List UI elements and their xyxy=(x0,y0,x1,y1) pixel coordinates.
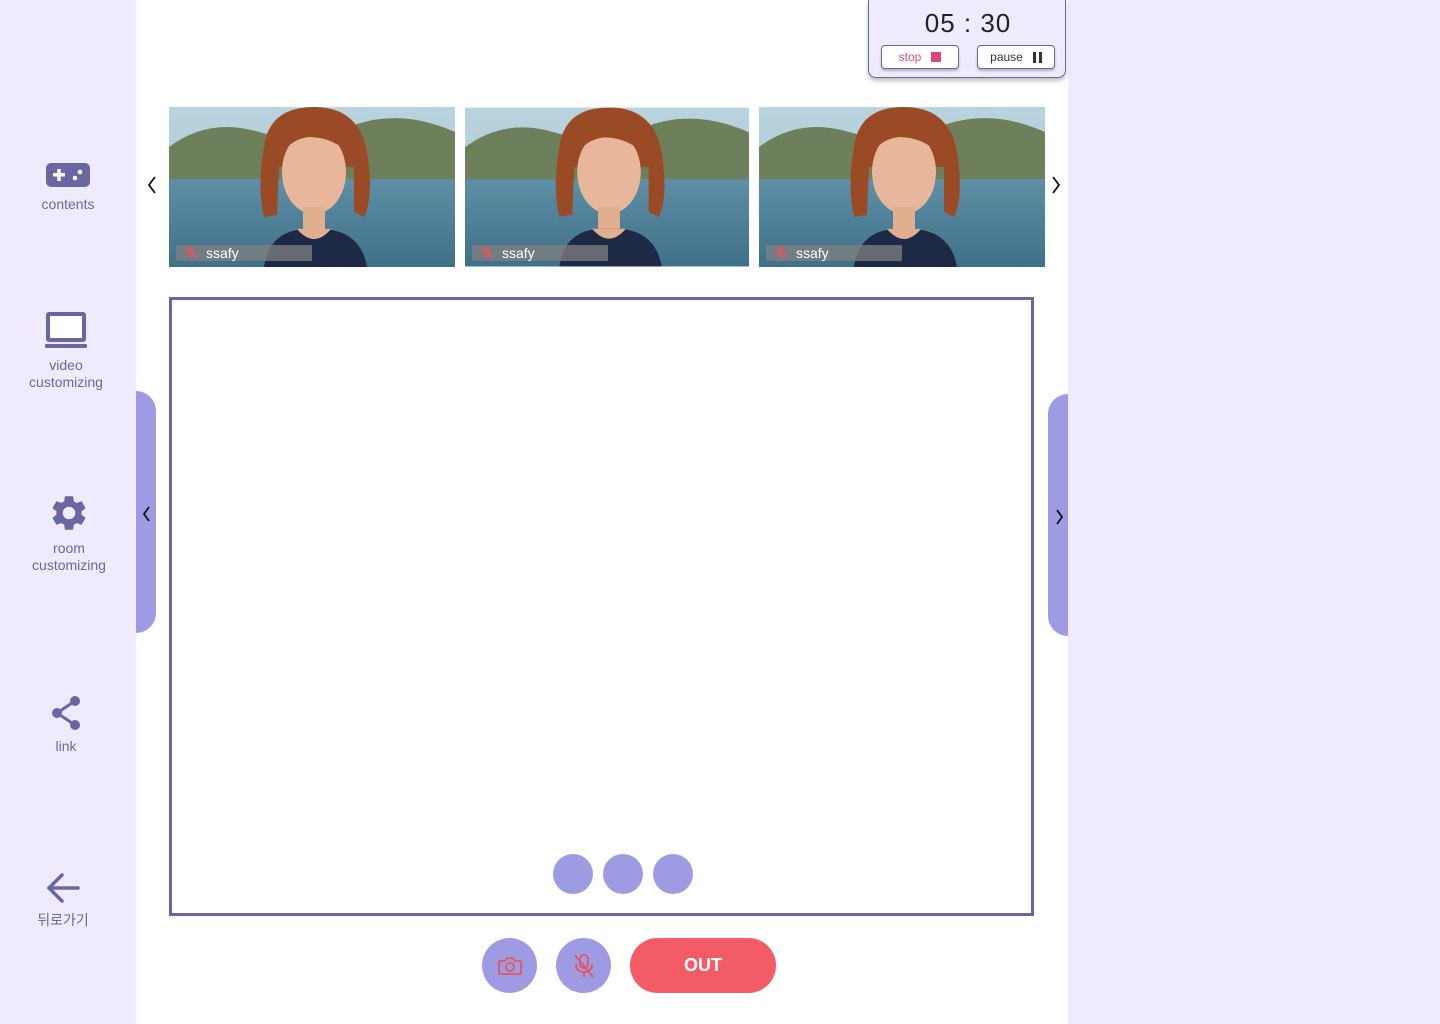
mic-off-icon xyxy=(573,953,594,978)
sidebar-item-video-customizing[interactable]: video customizing xyxy=(0,311,134,391)
participant-name-bar: ssafy xyxy=(766,245,902,261)
stop-label: stop xyxy=(898,50,922,64)
leave-button[interactable]: OUT xyxy=(630,938,776,993)
pause-label: pause xyxy=(990,50,1023,64)
sidebar-item-link[interactable]: link xyxy=(0,694,134,755)
share-icon xyxy=(52,696,80,730)
page-dot[interactable] xyxy=(553,854,593,894)
left-panel-toggle[interactable] xyxy=(136,391,156,633)
page-dot[interactable] xyxy=(653,854,693,894)
pause-button[interactable]: pause xyxy=(977,45,1055,69)
mic-off-icon xyxy=(774,246,788,260)
participant-name-bar: ssafy xyxy=(176,245,312,261)
timer-display: 05 : 30 xyxy=(924,8,1012,38)
sidebar-item-contents[interactable]: contents xyxy=(0,160,136,213)
sidebar-item-label: customizing xyxy=(29,374,103,390)
right-background xyxy=(1068,0,1440,1024)
participant-image xyxy=(759,107,1045,267)
chevron-left-icon xyxy=(142,506,150,522)
mic-off-icon xyxy=(184,246,198,260)
participant-video[interactable]: ssafy xyxy=(465,107,749,267)
pause-icon xyxy=(1032,51,1042,63)
stop-icon xyxy=(931,52,942,62)
timer-panel: 05 : 30 stop pause xyxy=(868,0,1066,78)
sidebar-item-back[interactable]: 뒤로가기 xyxy=(0,870,131,929)
right-panel-toggle[interactable] xyxy=(1048,394,1068,636)
participant-video[interactable]: ssafy xyxy=(169,107,455,267)
carousel-next-icon[interactable] xyxy=(1049,172,1063,198)
gamepad-icon xyxy=(46,163,90,187)
camera-button[interactable] xyxy=(482,938,537,993)
mic-off-icon xyxy=(480,246,494,260)
gear-icon xyxy=(52,496,86,530)
sidebar-item-label: 뒤로가기 xyxy=(37,912,89,928)
sidebar-item-room-customizing[interactable]: room customizing xyxy=(1,492,137,574)
arrow-left-icon xyxy=(47,873,80,903)
sidebar-item-label: room xyxy=(53,540,85,556)
participant-name: ssafy xyxy=(796,245,829,261)
chevron-right-icon xyxy=(1056,509,1064,525)
participant-video[interactable]: ssafy xyxy=(759,107,1045,267)
sidebar: contents video customizing room customiz… xyxy=(0,0,136,1024)
sidebar-item-label: link xyxy=(55,738,77,754)
sidebar-item-label: video xyxy=(49,357,83,373)
carousel-prev-icon[interactable] xyxy=(145,172,159,198)
page-dot[interactable] xyxy=(603,854,643,894)
camera-icon xyxy=(497,956,522,975)
participant-image xyxy=(465,107,749,267)
participant-image xyxy=(169,107,455,267)
mic-button[interactable] xyxy=(556,938,611,993)
participant-name: ssafy xyxy=(502,245,535,261)
participant-name: ssafy xyxy=(206,245,239,261)
sidebar-item-label: customizing xyxy=(32,557,106,573)
stop-button[interactable]: stop xyxy=(881,45,959,69)
sidebar-item-label: contents xyxy=(41,196,95,212)
main-stage xyxy=(169,297,1034,916)
participant-name-bar: ssafy xyxy=(472,245,608,261)
laptop-icon xyxy=(45,312,87,348)
